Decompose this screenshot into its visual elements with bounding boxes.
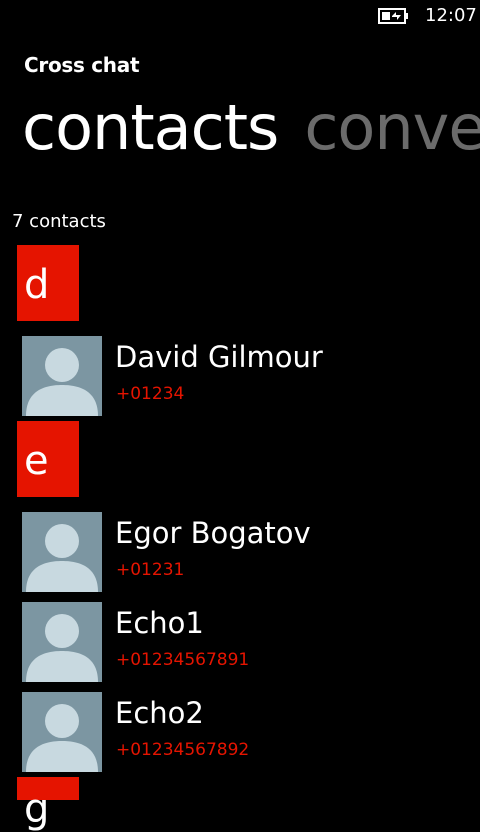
contact-phone: +01234567892 bbox=[116, 740, 250, 760]
contact-name: Echo1 bbox=[115, 606, 204, 640]
status-bar: 12:07 bbox=[0, 0, 480, 32]
contact-name: David Gilmour bbox=[115, 340, 323, 374]
contact-item-echo1[interactable]: Echo1 +01234567891 bbox=[22, 602, 462, 682]
pivot-tab-contacts[interactable]: contacts bbox=[22, 91, 279, 164]
group-header-e[interactable]: e bbox=[17, 421, 79, 497]
person-silhouette-icon bbox=[22, 692, 102, 772]
contact-count: 7 contacts bbox=[12, 211, 106, 232]
contact-name: Echo2 bbox=[115, 696, 204, 730]
status-clock: 12:07 bbox=[425, 5, 477, 26]
pivot-tab-conversations[interactable]: conve bbox=[304, 91, 480, 164]
contact-phone: +01231 bbox=[116, 560, 185, 580]
app-title: Cross chat bbox=[24, 53, 140, 77]
contact-phone: +01234567891 bbox=[116, 650, 250, 670]
contact-phone: +01234 bbox=[116, 384, 185, 404]
person-silhouette-icon bbox=[22, 602, 102, 682]
contact-name: Egor Bogatov bbox=[115, 516, 311, 550]
group-letter: d bbox=[24, 262, 50, 308]
contact-item-egor-bogatov[interactable]: Egor Bogatov +01231 bbox=[22, 512, 462, 592]
person-silhouette-icon bbox=[22, 336, 102, 416]
group-letter: e bbox=[24, 438, 49, 484]
group-header-next[interactable]: g bbox=[17, 777, 79, 829]
contact-item-echo2[interactable]: Echo2 +01234567892 bbox=[22, 692, 462, 772]
group-header-d[interactable]: d bbox=[17, 245, 79, 321]
person-silhouette-icon bbox=[22, 512, 102, 592]
pivot-header: contacts conve bbox=[22, 88, 480, 168]
group-letter: g bbox=[24, 786, 50, 832]
battery-charging-icon bbox=[378, 8, 410, 24]
contact-item-david-gilmour[interactable]: David Gilmour +01234 bbox=[22, 336, 462, 416]
